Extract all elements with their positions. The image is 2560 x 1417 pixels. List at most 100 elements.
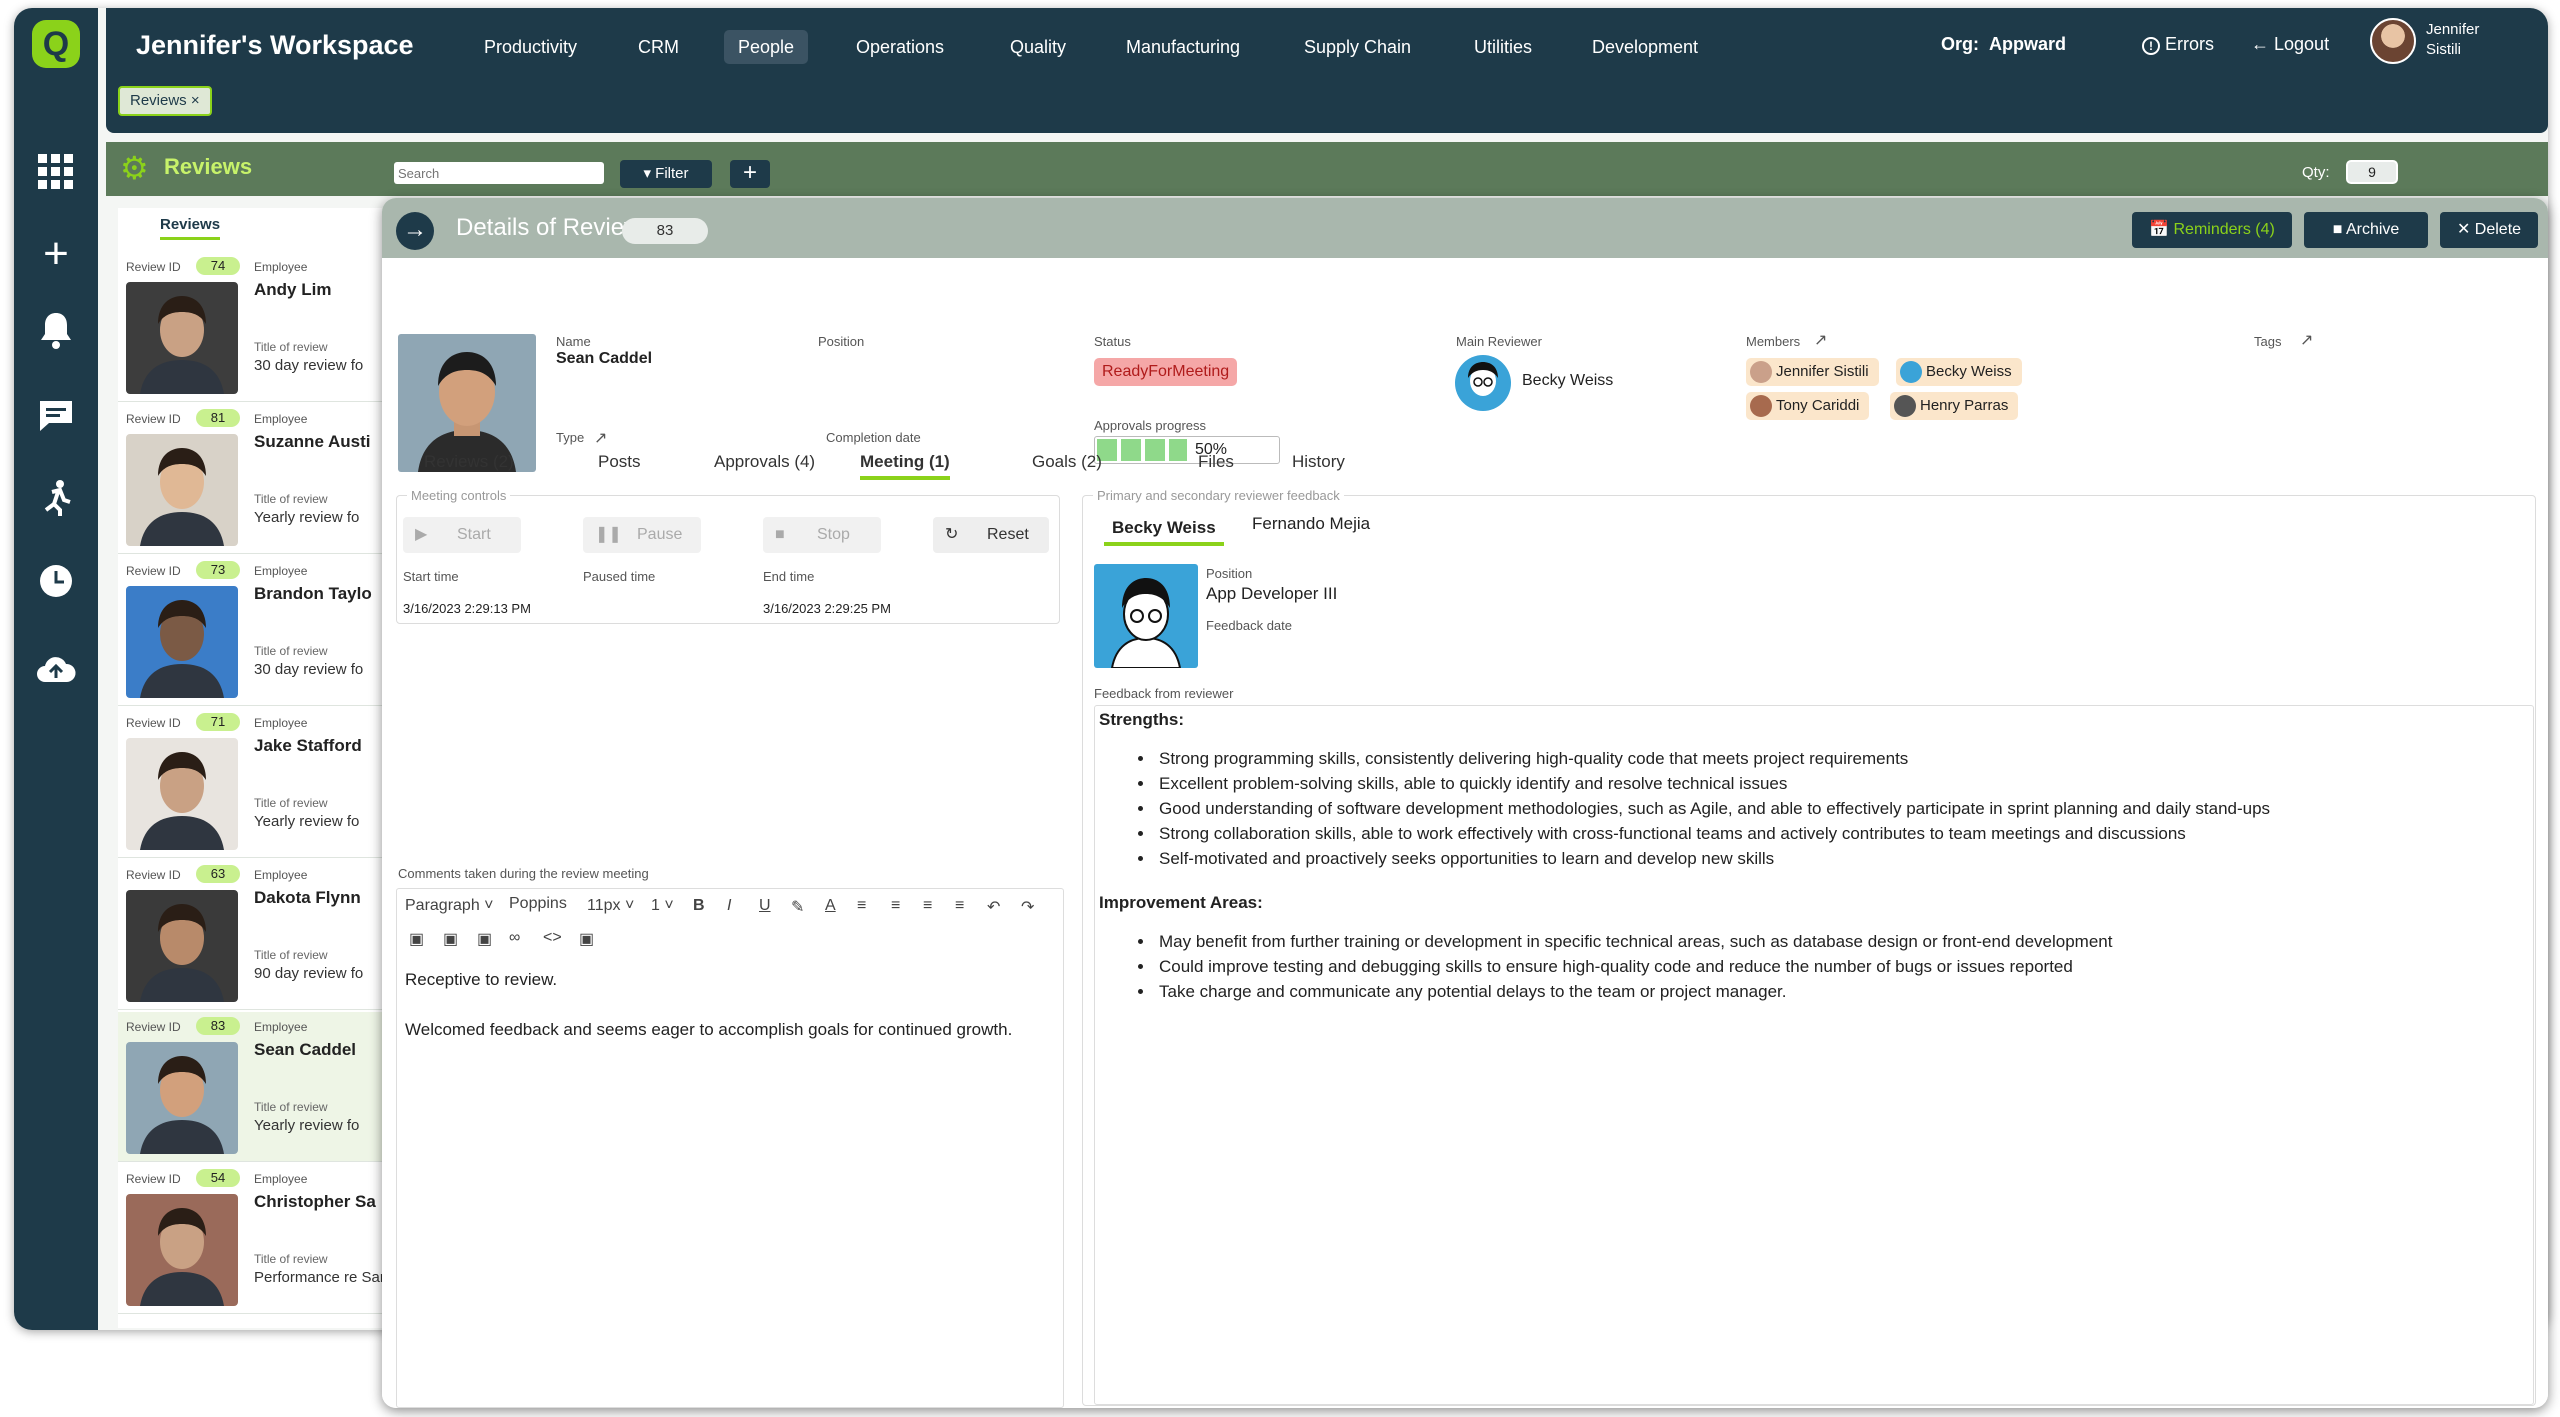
code-icon[interactable]: <> bbox=[543, 929, 562, 947]
media-icon[interactable]: ▣ bbox=[477, 929, 492, 949]
clock-icon[interactable] bbox=[34, 562, 78, 606]
outdent-icon[interactable]: ≡ bbox=[955, 897, 964, 915]
feedback-legend: Primary and secondary reviewer feedback bbox=[1097, 488, 1340, 503]
member-pill[interactable]: Henry Parras bbox=[1890, 392, 2019, 420]
tab-files[interactable]: Files bbox=[1198, 452, 1234, 472]
review-card[interactable]: Review ID 71 Employee Jake Stafford Title of… bbox=[118, 708, 398, 858]
tab-posts[interactable]: Posts bbox=[598, 452, 641, 472]
nav-operations[interactable]: Operations bbox=[842, 30, 958, 64]
save-icon[interactable]: ▣ bbox=[579, 929, 594, 949]
apps-grid-icon[interactable] bbox=[34, 152, 78, 196]
reviewer-tab-fernando[interactable]: Fernando Mejia bbox=[1252, 514, 1370, 534]
font-size-select[interactable]: 11px ˅ bbox=[587, 897, 634, 915]
list-tab-reviews[interactable]: Reviews bbox=[160, 216, 221, 240]
status-label: Status bbox=[1094, 334, 1131, 349]
font-select[interactable]: Poppins bbox=[509, 895, 567, 913]
cloud-upload-icon[interactable] bbox=[34, 652, 78, 696]
review-card[interactable]: Review ID 74 Employee Andy Lim Title of revi… bbox=[118, 252, 398, 402]
logo-icon[interactable]: Q bbox=[32, 20, 80, 68]
review-card[interactable]: Review ID 54 Employee Christopher Sa Title o… bbox=[118, 1164, 398, 1314]
image-icon[interactable]: ▣ bbox=[409, 929, 424, 949]
employee-label: Employee bbox=[254, 260, 308, 274]
align-icon[interactable]: ≡ bbox=[891, 897, 900, 915]
editor-content[interactable]: Receptive to review. Welcomed feedback a… bbox=[405, 967, 1055, 1042]
archive-button[interactable]: ■ Archive bbox=[2304, 212, 2428, 248]
member-avatar bbox=[1750, 361, 1772, 383]
reminders-button[interactable]: 📅 Reminders (4) bbox=[2132, 212, 2292, 248]
meeting-pane: Meeting controls ▶ Start ❚❚ Pause ■ Stop ↻ R… bbox=[382, 482, 1072, 1408]
reviewer-tab-becky[interactable]: Becky Weiss bbox=[1104, 518, 1224, 546]
chat-icon[interactable] bbox=[34, 398, 78, 442]
members-external-link-icon[interactable]: ↗ bbox=[1814, 330, 1827, 350]
errors-link[interactable]: ! Errors bbox=[2142, 34, 2214, 55]
comments-editor[interactable]: Paragraph ˅ Poppins 11px ˅ 1 ˅ B I U ✎ A… bbox=[396, 888, 1064, 1408]
tab-history[interactable]: History bbox=[1292, 452, 1345, 472]
start-button[interactable]: ▶ Start bbox=[403, 517, 521, 553]
underline-icon[interactable]: U bbox=[759, 897, 771, 915]
tab-meeting[interactable]: Meeting (1) bbox=[860, 452, 950, 480]
undo-icon[interactable]: ↶ bbox=[987, 897, 1000, 917]
highlight-icon[interactable]: ✎ bbox=[791, 897, 804, 917]
employee-photo bbox=[126, 1042, 238, 1154]
nav-quality[interactable]: Quality bbox=[996, 30, 1080, 64]
member-avatar bbox=[1750, 395, 1772, 417]
review-card[interactable]: Review ID 73 Employee Brandon Taylo Title of… bbox=[118, 556, 398, 706]
add-review-button[interactable]: + bbox=[730, 160, 770, 188]
main-reviewer-label: Main Reviewer bbox=[1456, 334, 1542, 349]
tab-goals[interactable]: Goals (2) bbox=[1032, 452, 1102, 472]
org-indicator[interactable]: Org: Appward bbox=[1941, 34, 2066, 55]
review-card[interactable]: Review ID 81 Employee Suzanne Austi Title of… bbox=[118, 404, 398, 554]
filter-button[interactable]: ▾ Filter bbox=[620, 160, 712, 188]
indent-icon[interactable]: ≡ bbox=[923, 897, 932, 915]
link-icon[interactable]: ∞ bbox=[509, 929, 520, 947]
member-pill[interactable]: Jennifer Sistili bbox=[1746, 358, 1879, 386]
employee-label: Employee bbox=[254, 564, 308, 578]
tab-approvals[interactable]: Approvals (4) bbox=[714, 452, 815, 472]
stop-button[interactable]: ■ Stop bbox=[763, 517, 881, 553]
nav-development[interactable]: Development bbox=[1578, 30, 1712, 64]
nav-people[interactable]: People bbox=[724, 30, 809, 64]
name-value: Sean Caddel bbox=[556, 350, 653, 367]
status-badge[interactable]: ReadyForMeeting bbox=[1094, 358, 1238, 386]
delete-button[interactable]: ✕ Delete bbox=[2440, 212, 2538, 248]
stop-icon: ■ bbox=[775, 526, 785, 543]
member-pill[interactable]: Becky Weiss bbox=[1896, 358, 2022, 386]
paragraph-select[interactable]: Paragraph ˅ bbox=[405, 897, 494, 915]
nav-supply-chain[interactable]: Supply Chain bbox=[1290, 30, 1425, 64]
pause-button[interactable]: ❚❚ Pause bbox=[583, 517, 701, 553]
review-id-badge: 73 bbox=[196, 561, 240, 579]
bullet-list-icon[interactable]: ≡ bbox=[857, 897, 866, 915]
font-size-select-label: 11px bbox=[587, 897, 621, 914]
search-input[interactable] bbox=[394, 162, 604, 184]
logout-link[interactable]: ← Logout bbox=[2251, 34, 2329, 55]
review-card[interactable]: Review ID 83 Employee Sean Caddel Title of r… bbox=[118, 1012, 398, 1162]
run-icon[interactable] bbox=[34, 478, 78, 522]
nav-crm[interactable]: CRM bbox=[624, 30, 693, 64]
arrow-right-icon[interactable]: → bbox=[396, 212, 434, 250]
employee-label: Employee bbox=[254, 868, 308, 882]
app-root: Q + Jennifer's Workspace Productivity CR… bbox=[0, 0, 2560, 1417]
strength-item: Strong collaboration skills, able to wor… bbox=[1155, 821, 2533, 846]
open-tab-reviews[interactable]: Reviews × bbox=[118, 86, 212, 116]
line-height-select[interactable]: 1 ˅ bbox=[651, 897, 674, 915]
italic-icon[interactable]: I bbox=[727, 897, 731, 915]
reset-button[interactable]: ↻ Reset bbox=[933, 517, 1049, 553]
nav-productivity[interactable]: Productivity bbox=[470, 30, 591, 64]
nav-utilities[interactable]: Utilities bbox=[1460, 30, 1546, 64]
nav-manufacturing[interactable]: Manufacturing bbox=[1112, 30, 1254, 64]
bold-icon[interactable]: B bbox=[693, 897, 705, 915]
redo-icon[interactable]: ↷ bbox=[1021, 897, 1034, 917]
review-title: 30 day review fo bbox=[254, 661, 364, 678]
member-pill[interactable]: Tony Cariddi bbox=[1746, 392, 1870, 420]
plus-icon[interactable]: + bbox=[34, 232, 78, 276]
employee-photo bbox=[126, 586, 238, 698]
user-avatar[interactable] bbox=[2370, 18, 2416, 64]
text-color-icon[interactable]: A bbox=[825, 897, 836, 915]
feedback-from-reviewer-label: Feedback from reviewer bbox=[1094, 686, 1234, 701]
video-icon[interactable]: ▣ bbox=[443, 929, 458, 949]
review-card[interactable]: Review ID 63 Employee Dakota Flynn Title of … bbox=[118, 860, 398, 1010]
filter-icon: ▾ bbox=[643, 165, 651, 182]
tab-reviews[interactable]: Reviews (2) bbox=[424, 452, 514, 472]
tags-external-link-icon[interactable]: ↗ bbox=[2300, 330, 2313, 350]
bell-icon[interactable] bbox=[34, 310, 78, 354]
